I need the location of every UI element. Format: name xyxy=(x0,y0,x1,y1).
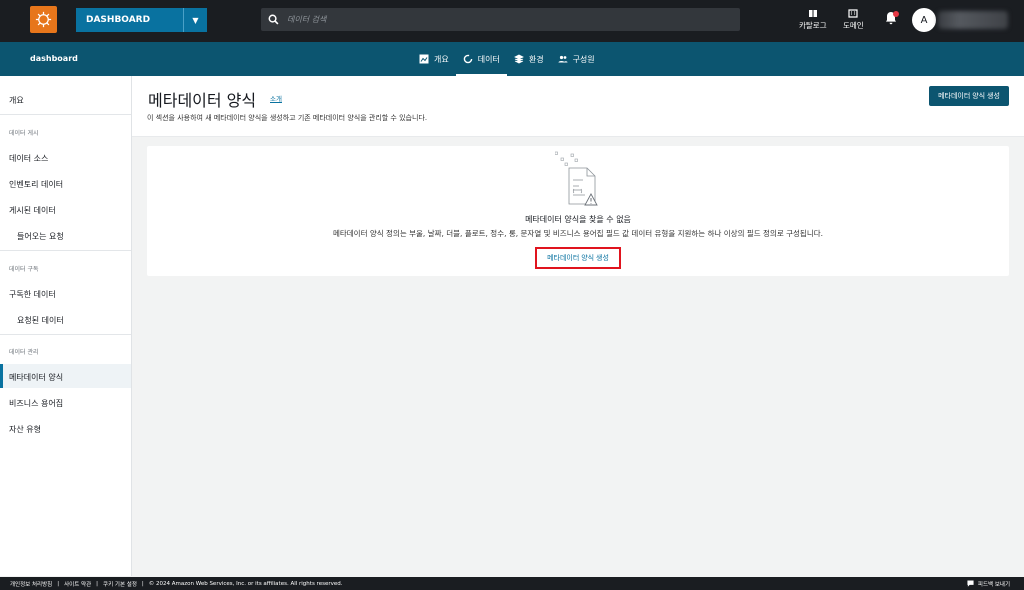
footer-cookie-settings-link[interactable]: 쿠키 기본 설정 xyxy=(103,580,137,588)
top-bar: DASHBOARD ▼ 카탈로그 도메인 A xyxy=(0,0,1024,42)
domain-link[interactable]: 도메인 xyxy=(843,9,864,31)
book-icon xyxy=(808,10,817,17)
footer-site-terms-link[interactable]: 사이트 약관 xyxy=(64,580,91,588)
domain-name[interactable]: dashboard xyxy=(30,54,78,63)
sidebar-group-subscribe: 데이터 구독 xyxy=(9,266,39,273)
search-icon xyxy=(267,14,279,26)
empty-document-illustration-icon xyxy=(555,151,598,206)
catalog-link[interactable]: 카탈로그 xyxy=(799,9,827,31)
info-link[interactable]: 소개 xyxy=(270,93,282,103)
overview-icon xyxy=(419,54,429,64)
search-input[interactable] xyxy=(287,15,727,24)
empty-state-title: 메타데이터 양식을 찾을 수 없음 xyxy=(525,215,631,224)
feedback-link[interactable]: 피드백 보내기 xyxy=(967,577,1010,590)
page-title: 메타데이터 양식 xyxy=(148,91,257,110)
page-description: 이 섹션을 사용하여 새 메타데이터 양식을 생성하고 기존 메타데이터 양식을… xyxy=(147,114,428,122)
create-metadata-form-button[interactable]: 메타데이터 양식 생성 xyxy=(929,86,1009,106)
empty-state-create-button[interactable]: 메타데이터 양식 생성 xyxy=(535,247,621,269)
tab-environment[interactable]: 환경 xyxy=(507,42,551,76)
avatar[interactable]: A xyxy=(912,8,936,32)
sidebar-item-asset-types[interactable]: 자산 유형 xyxy=(9,424,41,435)
tab-members[interactable]: 구성원 xyxy=(551,42,602,76)
sidebar-item-incoming-requests[interactable]: 들어오는 요청 xyxy=(17,231,64,242)
datazone-logo-icon[interactable] xyxy=(30,6,57,33)
empty-state-card: 메타데이터 양식을 찾을 수 없음 메타데이터 양식 정의는 부울, 날짜, 더… xyxy=(147,146,1009,276)
sidebar: 개요 데이터 게시 데이터 소스 인벤토리 데이터 게시된 데이터 들어오는 요… xyxy=(0,76,132,576)
sidebar-group-publish: 데이터 게시 xyxy=(9,130,39,137)
sidebar-item-subscribed[interactable]: 구독한 데이터 xyxy=(9,289,56,300)
search-bar[interactable] xyxy=(261,8,740,31)
empty-state-description: 메타데이터 양식 정의는 부울, 날짜, 더블, 플로트, 정수, 롱, 문자열… xyxy=(332,229,824,238)
sidebar-divider xyxy=(0,114,131,115)
redacted-username xyxy=(938,11,1008,29)
footer-separator: | xyxy=(141,580,144,587)
chevron-down-icon[interactable]: ▼ xyxy=(183,8,207,32)
page-header: 메타데이터 양식 소개 이 섹션을 사용하여 새 메타데이터 양식을 생성하고 … xyxy=(132,76,1024,137)
sidebar-item-glossaries[interactable]: 비즈니스 용어집 xyxy=(9,398,63,409)
sidebar-group-manage: 데이터 관리 xyxy=(9,349,39,356)
tab-environment-label: 환경 xyxy=(528,54,544,64)
tab-data[interactable]: 데이터 xyxy=(455,42,507,76)
tab-members-label: 구성원 xyxy=(572,54,595,64)
sidebar-item-metadata-forms[interactable]: 메타데이터 양식 xyxy=(9,372,63,383)
sidebar-item-requested[interactable]: 요청된 데이터 xyxy=(17,315,64,326)
tab-data-label: 데이터 xyxy=(477,54,500,64)
feedback-icon xyxy=(967,580,974,587)
footer-privacy-link[interactable]: 개인정보 처리방침 xyxy=(10,580,52,588)
footer-copyright: © 2024 Amazon Web Services, Inc. or its … xyxy=(148,580,343,587)
sidebar-item-published[interactable]: 게시된 데이터 xyxy=(9,205,56,216)
members-icon xyxy=(558,55,568,63)
project-selector[interactable]: DASHBOARD ▼ xyxy=(76,8,207,32)
building-icon xyxy=(848,9,858,18)
footer-separator: | xyxy=(57,580,60,587)
environment-icon xyxy=(513,54,524,64)
sidebar-item-overview[interactable]: 개요 xyxy=(9,95,24,106)
tab-overview-label: 개요 xyxy=(434,54,449,64)
feedback-label: 피드백 보내기 xyxy=(977,581,1010,588)
domain-label: 도메인 xyxy=(843,21,864,30)
domain-nav-bar: dashboard 개요 데이터 환경 구성원 xyxy=(0,42,1024,76)
footer-separator: | xyxy=(96,580,99,587)
nav-tabs: 개요 데이터 환경 구성원 xyxy=(412,42,602,76)
sidebar-divider xyxy=(0,250,131,251)
tab-overview[interactable]: 개요 xyxy=(412,42,456,76)
project-name: DASHBOARD xyxy=(86,15,151,25)
catalog-label: 카탈로그 xyxy=(799,21,827,30)
sidebar-item-data-sources[interactable]: 데이터 소스 xyxy=(9,153,48,164)
footer: 개인정보 처리방침 | 사이트 약관 | 쿠키 기본 설정 | © 2024 A… xyxy=(0,577,1024,590)
sidebar-divider xyxy=(0,334,131,335)
data-icon xyxy=(463,54,473,64)
notification-badge xyxy=(893,11,899,17)
sidebar-item-inventory[interactable]: 인벤토리 데이터 xyxy=(9,179,63,190)
